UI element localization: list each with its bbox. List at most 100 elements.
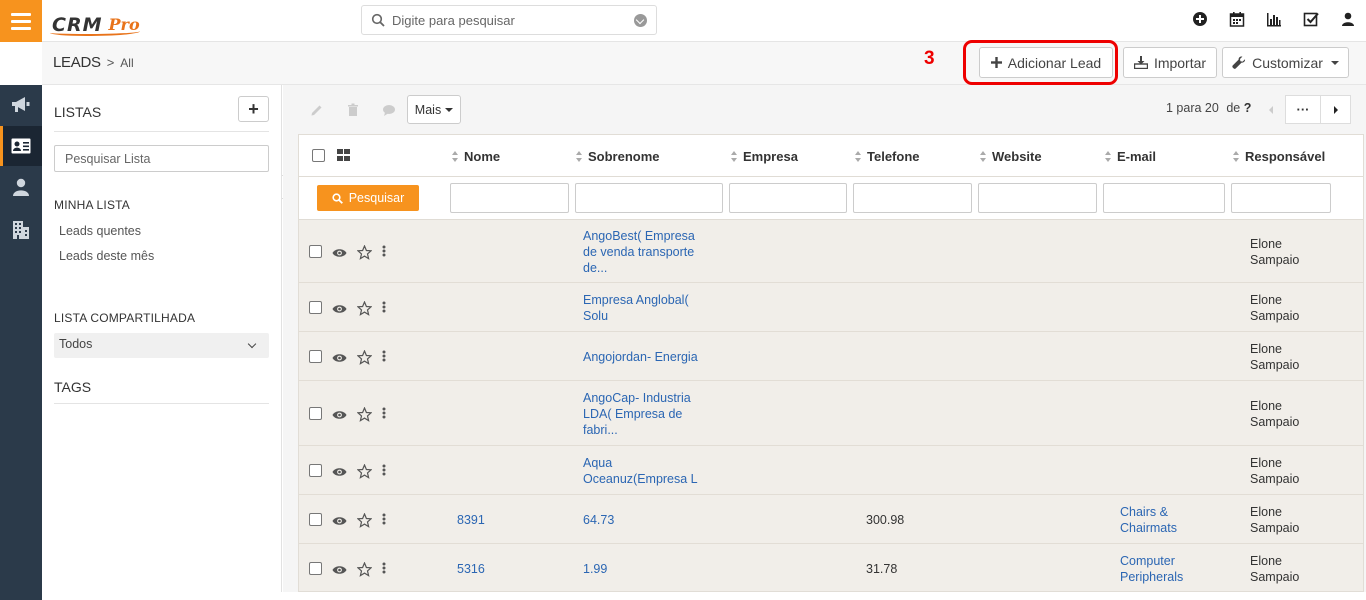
cell-sobrenome[interactable]: Angojordan- Energia	[583, 349, 698, 365]
cell-sobrenome[interactable]: Empresa Anglobal(Solu	[583, 292, 689, 324]
row-menu-icon[interactable]	[382, 562, 386, 574]
table-row[interactable]: Empresa Anglobal(Solu Elone Sampaio	[299, 283, 1363, 332]
lists-title: LISTAS	[54, 104, 102, 120]
app-logo[interactable]: CRM Pro	[50, 6, 140, 36]
row-checkbox[interactable]	[309, 513, 322, 526]
eye-icon[interactable]	[332, 467, 347, 477]
column-header-email[interactable]: E-mail	[1105, 149, 1156, 164]
row-menu-icon[interactable]	[382, 464, 386, 476]
table-row[interactable]: AngoBest( Empresa de venda transporte de..…	[299, 220, 1363, 283]
eye-icon[interactable]	[332, 304, 347, 314]
column-header-empresa[interactable]: Empresa	[731, 149, 798, 164]
cell-responsavel-line: Sampaio	[1250, 309, 1300, 323]
table-row[interactable]: AngoCap- Industria LDA( Empresa de fabri..…	[299, 381, 1363, 446]
cell-sobrenome-line: de...	[583, 261, 608, 275]
filter-input-sobrenome[interactable]	[575, 183, 723, 213]
column-header-sobrenome[interactable]: Sobrenome	[576, 149, 660, 164]
cell-email-line: Computer	[1120, 554, 1175, 568]
chevron-down-icon[interactable]	[634, 14, 647, 27]
row-menu-icon[interactable]	[382, 301, 386, 313]
filter-input-email[interactable]	[1103, 183, 1225, 213]
row-checkbox[interactable]	[309, 464, 322, 477]
add-list-button[interactable]: +	[238, 96, 269, 122]
cell-sobrenome[interactable]: AngoCap- Industria LDA( Empresa de fabri..…	[583, 390, 691, 438]
row-checkbox[interactable]	[309, 407, 322, 420]
row-menu-icon[interactable]	[382, 245, 386, 257]
pencil-icon[interactable]	[310, 103, 324, 117]
table-row[interactable]: Angojordan- Energia Elone Sampaio	[299, 332, 1363, 381]
list-search-input[interactable]	[54, 145, 269, 172]
cell-sobrenome[interactable]: 1.99	[583, 561, 607, 577]
table-header-row: Nome Sobrenome Empresa Telefone Website …	[299, 135, 1363, 177]
comment-icon[interactable]	[382, 103, 396, 117]
search-filter-button[interactable]: Pesquisar	[317, 185, 419, 211]
row-menu-icon[interactable]	[382, 407, 386, 419]
page-header: LEADS > All 3 Adicionar Lead Importar Cu…	[42, 40, 1366, 85]
list-item-month-leads[interactable]: Leads deste mês	[59, 249, 154, 263]
plus-circle-icon[interactable]	[1192, 11, 1208, 27]
bar-chart-icon[interactable]	[1266, 11, 1282, 27]
breadcrumb-leads[interactable]: LEADS	[53, 54, 101, 71]
row-checkbox[interactable]	[309, 245, 322, 258]
select-all-checkbox[interactable]	[312, 149, 325, 162]
list-item-hot-leads[interactable]: Leads quentes	[59, 224, 141, 238]
prev-page-button[interactable]	[1257, 95, 1285, 124]
filter-input-telefone[interactable]	[853, 183, 972, 213]
next-page-button[interactable]	[1320, 95, 1351, 124]
eye-icon[interactable]	[332, 516, 347, 526]
checkbox-icon[interactable]	[1303, 11, 1319, 27]
column-header-website[interactable]: Website	[980, 149, 1042, 164]
trash-icon[interactable]	[346, 103, 360, 117]
calendar-icon[interactable]	[1229, 11, 1245, 27]
eye-icon[interactable]	[332, 410, 347, 420]
rail-item-campaigns[interactable]	[0, 85, 42, 125]
star-icon[interactable]	[357, 301, 372, 316]
table-row[interactable]: Aqua Oceanuz(Empresa L Elone Sampaio	[299, 446, 1363, 495]
star-icon[interactable]	[357, 350, 372, 365]
row-menu-icon[interactable]	[382, 513, 386, 525]
star-icon[interactable]	[357, 562, 372, 577]
user-icon[interactable]	[1340, 11, 1356, 27]
filter-input-nome[interactable]	[450, 183, 569, 213]
table-row[interactable]: 8391 64.73 300.98 Chairs & Chairmats Elone Sam…	[299, 495, 1363, 544]
cell-sobrenome[interactable]: 64.73	[583, 512, 614, 528]
global-search[interactable]	[361, 5, 657, 35]
cell-nome[interactable]: 8391	[457, 512, 485, 528]
left-nav-rail	[0, 85, 42, 600]
eye-icon[interactable]	[332, 353, 347, 363]
star-icon[interactable]	[357, 407, 372, 422]
rail-item-companies[interactable]	[0, 209, 42, 249]
eye-icon[interactable]	[332, 565, 347, 575]
customize-dropdown-button[interactable]: Customizar	[1222, 47, 1349, 78]
filter-input-website[interactable]	[978, 183, 1097, 213]
filter-input-empresa[interactable]	[729, 183, 847, 213]
more-actions-button[interactable]: Mais	[407, 95, 461, 124]
grid-view-icon[interactable]	[337, 149, 350, 161]
rail-item-contacts[interactable]	[0, 167, 42, 207]
page-menu-button[interactable]: ···	[1285, 95, 1321, 124]
star-icon[interactable]	[357, 464, 372, 479]
cell-email[interactable]: Computer Peripherals	[1120, 553, 1183, 585]
cell-sobrenome[interactable]: Aqua Oceanuz(Empresa L	[583, 455, 698, 487]
star-icon[interactable]	[357, 245, 372, 260]
table-row[interactable]: 5316 1.99 31.78 Computer Peripherals Elone Sam…	[299, 544, 1363, 591]
global-search-input[interactable]	[392, 10, 622, 30]
filter-input-responsavel[interactable]	[1231, 183, 1331, 213]
import-button[interactable]: Importar	[1123, 47, 1217, 78]
cell-sobrenome[interactable]: AngoBest( Empresa de venda transporte de..…	[583, 228, 695, 276]
row-checkbox[interactable]	[309, 301, 322, 314]
row-checkbox[interactable]	[309, 562, 322, 575]
cell-responsavel-line: Elone	[1250, 505, 1282, 519]
shared-list-select[interactable]: Todos	[54, 333, 269, 358]
column-header-responsavel[interactable]: Responsável	[1233, 149, 1325, 164]
row-menu-icon[interactable]	[382, 350, 386, 362]
eye-icon[interactable]	[332, 248, 347, 258]
column-header-telefone[interactable]: Telefone	[855, 149, 920, 164]
row-checkbox[interactable]	[309, 350, 322, 363]
star-icon[interactable]	[357, 513, 372, 528]
cell-email[interactable]: Chairs & Chairmats	[1120, 504, 1177, 536]
column-header-nome[interactable]: Nome	[452, 149, 500, 164]
cell-nome[interactable]: 5316	[457, 561, 485, 577]
rail-item-leads[interactable]	[0, 126, 42, 166]
hamburger-menu-icon[interactable]	[0, 0, 42, 42]
